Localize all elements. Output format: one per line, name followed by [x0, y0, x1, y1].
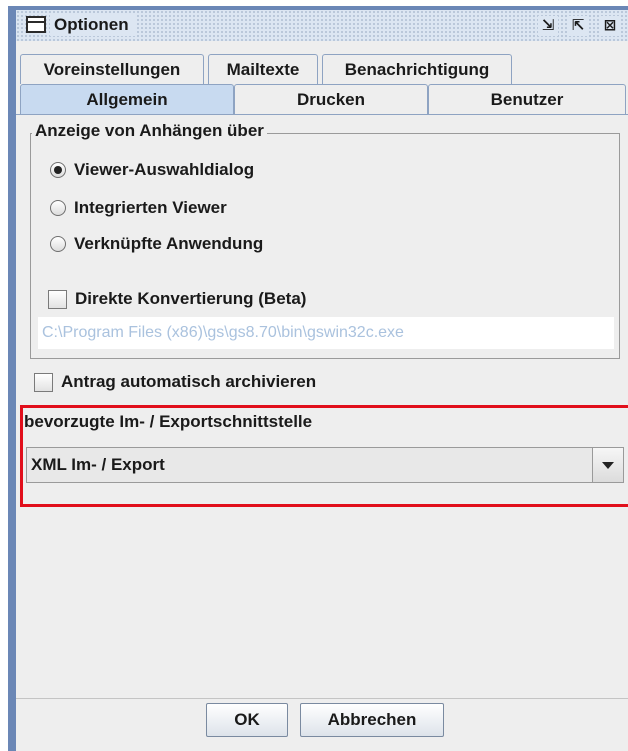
tab-voreinstellungen[interactable]: Voreinstellungen: [20, 54, 204, 84]
checkbox-icon[interactable]: [48, 289, 67, 309]
tab-benutzer[interactable]: Benutzer: [428, 84, 626, 114]
radio-label: Verknüpfte Anwendung: [74, 234, 264, 253]
radio-viewer-dialog[interactable]: Viewer-Auswahldialog: [50, 158, 254, 182]
checkbox-icon[interactable]: [34, 372, 53, 392]
attachments-group-legend: Anzeige von Anhängen über: [32, 121, 267, 141]
highlight-box: [20, 405, 628, 507]
maximize-icon[interactable]: ⇱: [568, 16, 588, 36]
checkbox-label: Antrag automatisch archivieren: [61, 372, 317, 391]
window-icon: [26, 16, 46, 33]
window-title: Optionen: [50, 14, 135, 36]
direct-conversion-checkbox[interactable]: Direkte Konvertierung (Beta): [48, 287, 306, 311]
checkbox-label: Direkte Konvertierung (Beta): [75, 289, 307, 308]
cancel-button[interactable]: Abbrechen: [300, 703, 444, 737]
radio-unselected-icon[interactable]: [50, 200, 66, 216]
radio-unselected-icon[interactable]: [50, 236, 66, 252]
footer-divider: [16, 698, 628, 699]
radio-label: Integrierten Viewer: [74, 198, 227, 217]
radio-integrated-viewer[interactable]: Integrierten Viewer: [50, 196, 227, 220]
radio-label: Viewer-Auswahldialog: [74, 160, 255, 179]
tab-drucken[interactable]: Drucken: [234, 84, 428, 114]
tab-mailtexte[interactable]: Mailtexte: [208, 54, 318, 84]
converter-path-field[interactable]: C:\Program Files (x86)\gs\gs8.70\bin\gsw…: [38, 317, 614, 349]
radio-linked-application[interactable]: Verknüpfte Anwendung: [50, 232, 263, 256]
close-icon[interactable]: ⊠: [600, 16, 620, 36]
title-bar[interactable]: Optionen ⇲ ⇱ ⊠: [16, 10, 628, 42]
radio-selected-icon[interactable]: [50, 162, 66, 178]
tab-allgemein[interactable]: Allgemein: [20, 84, 234, 114]
tab-benachrichtigung[interactable]: Benachrichtigung: [322, 54, 512, 84]
minimize-icon[interactable]: ⇲: [538, 16, 558, 36]
auto-archive-checkbox[interactable]: Antrag automatisch archivieren: [34, 370, 316, 394]
ok-button[interactable]: OK: [206, 703, 288, 737]
